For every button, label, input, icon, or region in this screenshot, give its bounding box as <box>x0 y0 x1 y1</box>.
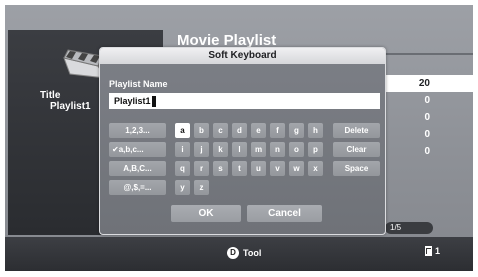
tool-button[interactable]: D Tool <box>227 247 261 259</box>
mode-lowercase-key[interactable]: ✔a,b,c... <box>109 142 166 157</box>
page-icon <box>425 246 432 256</box>
key-k[interactable]: k <box>213 142 228 157</box>
playlist-name-value: Playlist1 <box>114 96 151 106</box>
title-value: Playlist1 <box>50 101 91 112</box>
playlist-count-column: 20 0 0 0 0 <box>383 75 473 160</box>
dialog-title: Soft Keyboard <box>100 48 385 64</box>
mode-symbols-key[interactable]: @,$,=... <box>109 180 166 195</box>
mode-numbers-key[interactable]: 1,2,3... <box>109 123 166 138</box>
checkmark-icon: ✔ <box>112 145 119 154</box>
page-indicator: 1 <box>425 246 440 256</box>
list-item[interactable]: 0 <box>383 109 473 126</box>
list-item[interactable]: 0 <box>383 143 473 160</box>
page-number: 1 <box>435 246 441 256</box>
key-u[interactable]: u <box>251 161 266 176</box>
playlist-name-field[interactable]: Playlist1 <box>109 93 380 109</box>
key-g[interactable]: g <box>289 123 304 138</box>
d-key-icon: D <box>227 247 239 259</box>
key-o[interactable]: o <box>289 142 304 157</box>
key-a[interactable]: a <box>175 123 190 138</box>
key-y[interactable]: y <box>175 180 190 195</box>
text-cursor <box>151 95 156 107</box>
key-b[interactable]: b <box>194 123 209 138</box>
ok-button[interactable]: OK <box>171 205 241 222</box>
title-label: Title <box>40 90 61 101</box>
key-m[interactable]: m <box>251 142 266 157</box>
key-v[interactable]: v <box>270 161 285 176</box>
key-d[interactable]: d <box>232 123 247 138</box>
delete-key[interactable]: Delete <box>333 123 380 138</box>
key-t[interactable]: t <box>232 161 247 176</box>
page-counter: 1/5 <box>385 222 433 234</box>
key-j[interactable]: j <box>194 142 209 157</box>
key-f[interactable]: f <box>270 123 285 138</box>
key-w[interactable]: w <box>289 161 304 176</box>
key-c[interactable]: c <box>213 123 228 138</box>
mode-lowercase-label: a,b,c... <box>118 145 144 154</box>
mode-uppercase-key[interactable]: A,B,C... <box>109 161 166 176</box>
tool-label: Tool <box>243 248 262 258</box>
playlist-name-label: Playlist Name <box>109 79 168 89</box>
list-item[interactable]: 20 <box>383 75 473 92</box>
list-item[interactable]: 0 <box>383 92 473 109</box>
key-q[interactable]: q <box>175 161 190 176</box>
list-item[interactable]: 0 <box>383 126 473 143</box>
key-l[interactable]: l <box>232 142 247 157</box>
key-e[interactable]: e <box>251 123 266 138</box>
key-p[interactable]: p <box>308 142 323 157</box>
key-r[interactable]: r <box>194 161 209 176</box>
key-z[interactable]: z <box>194 180 209 195</box>
space-key[interactable]: Space <box>333 161 380 176</box>
key-n[interactable]: n <box>270 142 285 157</box>
key-s[interactable]: s <box>213 161 228 176</box>
key-x[interactable]: x <box>308 161 323 176</box>
key-h[interactable]: h <box>308 123 323 138</box>
cancel-button[interactable]: Cancel <box>247 205 322 222</box>
key-i[interactable]: i <box>175 142 190 157</box>
soft-keyboard-dialog: Soft Keyboard Playlist Name Playlist1 1,… <box>99 47 386 235</box>
clear-key[interactable]: Clear <box>333 142 380 157</box>
